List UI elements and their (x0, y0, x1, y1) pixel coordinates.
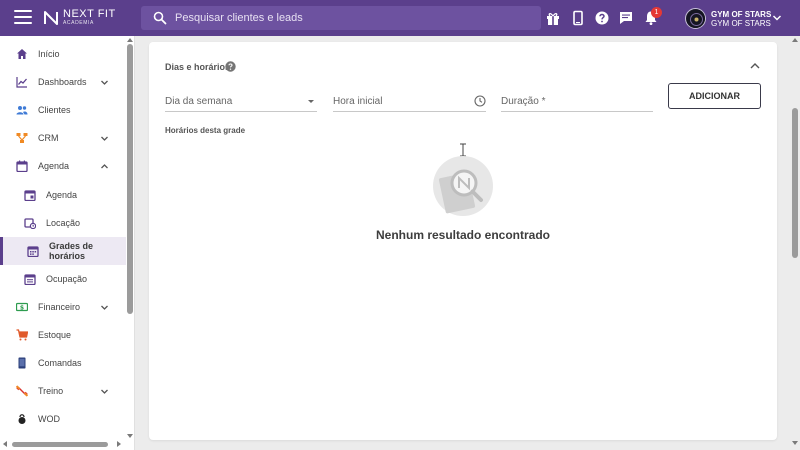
sidebar-subitem-locacao[interactable]: Locação (0, 209, 126, 237)
avatar[interactable] (685, 8, 706, 29)
chevron-down-icon[interactable] (100, 303, 109, 312)
chevron-up-icon[interactable] (100, 162, 109, 171)
calendar-grid-icon (27, 246, 39, 257)
sidebar-scroll-up-arrow[interactable] (127, 38, 133, 42)
chevron-down-icon[interactable] (772, 13, 782, 23)
sidebar-scrollbar[interactable] (127, 44, 133, 314)
user-info[interactable]: GYM OF STARS GYM OF STARS (711, 10, 771, 28)
sidebar-item-estoque[interactable]: Estoque (0, 321, 126, 349)
sidebar-item-agenda[interactable]: Agenda (0, 152, 126, 180)
help-icon[interactable] (594, 10, 610, 26)
sidebar-item-label: Comandas (38, 358, 82, 368)
sidebar-item-treino[interactable]: Treino (0, 377, 126, 405)
empty-results-icon (433, 156, 493, 216)
brand-name: NEXT FIT (63, 8, 116, 20)
chevron-down-icon[interactable] (100, 78, 109, 87)
sidebar-item-clientes[interactable]: Clientes (0, 96, 126, 124)
tablet-icon (18, 357, 26, 369)
sidebar-item-label: Locação (46, 218, 81, 228)
sidebar-scroll-right-arrow[interactable] (117, 441, 121, 447)
calendar-clock-icon (24, 218, 36, 229)
clock-icon[interactable] (474, 95, 486, 107)
sidebar-item-label: Dashboards (38, 77, 87, 87)
page-scroll-down-arrow[interactable] (792, 441, 798, 445)
hierarchy-icon (16, 133, 28, 143)
sidebar-item-label: Grades de horários (49, 241, 94, 261)
sidebar-item-crm[interactable]: CRM (0, 124, 126, 152)
page-scroll-up-arrow[interactable] (792, 38, 798, 42)
top-bar: NEXT FIT ACADEMIA 1 (0, 0, 800, 36)
notification-badge: 1 (651, 7, 662, 18)
sidebar-item-label: Financeiro (38, 302, 81, 312)
people-icon (16, 106, 28, 115)
search-icon (153, 11, 167, 25)
sidebar-item-label: Ocupação (46, 274, 88, 284)
weekday-select[interactable]: Dia da semana (165, 92, 317, 112)
home-icon (17, 49, 27, 59)
start-time-placeholder: Hora inicial (333, 96, 383, 107)
svg-text:$: $ (20, 304, 24, 311)
sidebar-item-label: CRM (38, 133, 59, 143)
sidebar-item-label: Agenda (38, 161, 70, 171)
sidebar-item-label: Início (38, 49, 60, 59)
chevron-up-icon[interactable] (749, 60, 761, 72)
brand-tagline: ACADEMIA (63, 20, 94, 26)
user-name: GYM OF STARS (711, 10, 772, 19)
sidebar-item-comandas[interactable]: Comandas (0, 349, 126, 377)
sidebar-item-label: Agenda (46, 190, 78, 200)
schedule-card: Dias e horários Dia da semana Hora inici… (149, 42, 777, 440)
sidebar-scroll-left-arrow[interactable] (3, 441, 7, 447)
kettlebell-icon (18, 414, 26, 424)
chat-icon[interactable] (618, 10, 634, 26)
sidebar-item-label: Clientes (38, 105, 71, 115)
sidebar: Início Dashboards Clientes CRM Agenda Ag… (0, 36, 135, 450)
sidebar-subitem-grades-de-horarios[interactable]: Grades de horários (0, 237, 126, 265)
sidebar-item-inicio[interactable]: Início (0, 40, 126, 68)
list-title: Horários desta grade (165, 126, 246, 135)
gym-logo-icon (686, 9, 705, 28)
menu-icon[interactable] (14, 10, 32, 26)
help-icon[interactable] (225, 61, 236, 72)
dropdown-arrow-icon (308, 100, 314, 103)
sidebar-item-wod[interactable]: WOD (0, 405, 126, 433)
chevron-down-icon[interactable] (100, 134, 109, 143)
search-bar[interactable] (141, 6, 541, 30)
sidebar-subitem-ocupacao[interactable]: Ocupação (0, 265, 126, 293)
section-title: Dias e horários (165, 62, 231, 72)
empty-message: Nenhum resultado encontrado (375, 228, 551, 242)
sidebar-scroll-down-arrow[interactable] (127, 434, 133, 438)
cart-icon (16, 329, 28, 341)
calendar-sub-icon (24, 190, 36, 201)
duration-placeholder: Duração * (501, 96, 546, 107)
mobile-icon[interactable] (570, 10, 586, 26)
page-scrollbar[interactable] (792, 108, 798, 258)
sidebar-subitem-agenda[interactable]: Agenda (0, 181, 126, 209)
gift-icon[interactable] (545, 10, 561, 26)
duration-field[interactable]: Duração * (501, 92, 653, 112)
calendar-list-icon (24, 274, 36, 285)
sidebar-item-label: Estoque (38, 330, 72, 340)
money-icon: $ (16, 302, 28, 311)
chevron-down-icon[interactable] (100, 387, 109, 396)
calendar-icon (16, 160, 28, 172)
sidebar-item-dashboards[interactable]: Dashboards (0, 68, 126, 96)
sidebar-item-label: WOD (38, 414, 60, 424)
sidebar-item-financeiro[interactable]: $ Financeiro (0, 293, 126, 321)
add-button[interactable]: ADICIONAR (668, 83, 761, 109)
weekday-placeholder: Dia da semana (165, 96, 233, 107)
chart-line-icon (16, 77, 27, 88)
logo-icon (44, 10, 58, 25)
sidebar-horizontal-scrollbar[interactable] (12, 442, 108, 447)
user-org: GYM OF STARS (711, 19, 771, 28)
logo[interactable]: NEXT FIT ACADEMIA (43, 9, 116, 26)
search-input[interactable] (175, 12, 535, 24)
start-time-field[interactable]: Hora inicial (333, 92, 486, 112)
sidebar-item-label: Treino (38, 386, 64, 396)
dumbbell-icon (16, 385, 28, 397)
